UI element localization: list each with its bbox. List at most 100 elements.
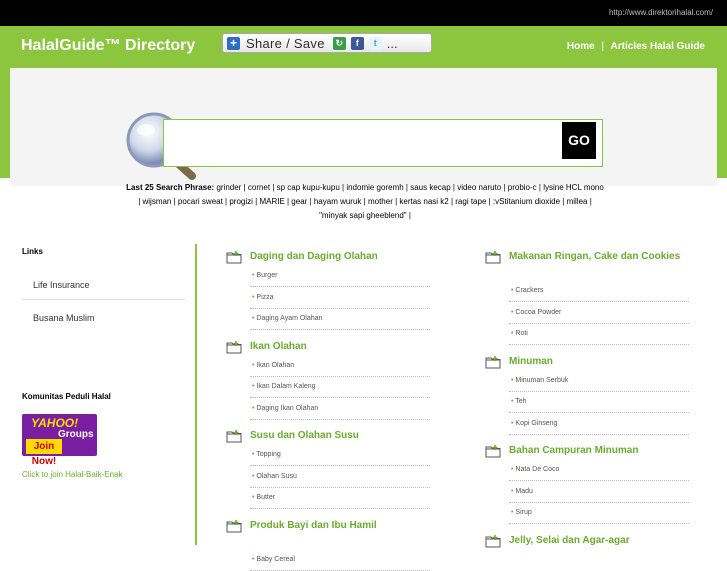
- join-group-link[interactable]: Click to join Halal-Baik-Enak: [22, 470, 122, 479]
- item-divider: [509, 501, 689, 503]
- sidebar-link-busana-muslim[interactable]: Busana Muslim: [33, 313, 95, 323]
- phrase-separator: |: [408, 211, 411, 220]
- category-item-link[interactable]: Baby Cereal: [252, 556, 295, 563]
- search-phrase-link[interactable]: "minyak sapi gheeblend": [319, 211, 409, 220]
- item-divider: [250, 418, 430, 420]
- nav-separator: |: [601, 41, 605, 52]
- search-phrase-link[interactable]: millea: [564, 197, 589, 206]
- phrases-label: Last 25 Search Phrase:: [126, 183, 215, 192]
- category-item-link[interactable]: Kopi Ginseng: [511, 420, 557, 427]
- category-item-link[interactable]: Sirup: [511, 509, 531, 516]
- item-divider: [509, 301, 689, 302]
- item-divider: [250, 486, 430, 488]
- search-phrase-link[interactable]: :vStitanium dioxide: [491, 197, 563, 206]
- search-phrase-link[interactable]: mother: [366, 197, 395, 206]
- category-item-link[interactable]: Pizza: [252, 294, 273, 301]
- item-divider: [250, 329, 430, 330]
- category-title[interactable]: Ikan Olahan: [250, 339, 470, 354]
- header: HalalGuide™ Directory + Share / Save ↻ f…: [0, 26, 727, 68]
- search-phrase-link[interactable]: grinder: [216, 183, 243, 192]
- item-divider: [250, 508, 430, 509]
- twitter-icon[interactable]: t: [368, 36, 382, 50]
- search-phrase-link[interactable]: sp cap kupu-kupu: [274, 183, 342, 192]
- category-item-link[interactable]: Daging Ayam Olahan: [252, 315, 322, 322]
- site-url: http://www.direktorihalal.com/: [608, 8, 713, 17]
- share-label: Share / Save: [246, 35, 325, 51]
- yahoo-logo: YAHOO!: [31, 416, 79, 430]
- category-item-link[interactable]: Butter: [252, 494, 275, 501]
- site-title[interactable]: HalalGuide™ Directory: [21, 37, 195, 55]
- search-phrase-link[interactable]: wijsman: [140, 197, 173, 206]
- item-divider: [509, 412, 689, 413]
- item-divider: [250, 375, 430, 377]
- nav-home[interactable]: Home: [567, 41, 595, 52]
- yahoo-join-label: Join Now!: [26, 439, 62, 467]
- facebook-icon[interactable]: f: [350, 36, 364, 50]
- category-title[interactable]: Produk Bayi dan Ibu Hamil: [250, 518, 470, 533]
- nav-articles[interactable]: Articles Halal Guide: [611, 41, 705, 52]
- search-phrase-link[interactable]: gear: [289, 197, 309, 206]
- folder-add-icon: [485, 250, 501, 264]
- yahoo-groups-banner[interactable]: YAHOO! Groups Join Now!: [22, 414, 97, 467]
- category-item-link[interactable]: Ikan Olahan: [252, 362, 294, 369]
- search-box: [163, 119, 603, 167]
- category-item-link[interactable]: Olahan Susu: [252, 473, 296, 480]
- folder-add-icon: [226, 250, 242, 264]
- category-item-link[interactable]: Topping: [252, 451, 281, 458]
- category-item-link[interactable]: Ikan Dalam Kaleng: [252, 383, 315, 390]
- category-title[interactable]: Bahan Campuran Minuman: [509, 443, 684, 458]
- search-phrase-link[interactable]: MARIE: [257, 197, 287, 206]
- sidebar-divider-line: [22, 299, 185, 300]
- item-divider: [250, 569, 430, 571]
- category-item-link[interactable]: Nata De Coco: [511, 466, 559, 473]
- category-item-link[interactable]: Roti: [511, 330, 527, 337]
- folder-add-icon: [226, 429, 242, 443]
- phrase-separator: |: [589, 197, 592, 206]
- category-item-link[interactable]: Teh: [511, 398, 526, 405]
- recent-search-phrases: Last 25 Search Phrase: grinder | cornet …: [125, 181, 605, 223]
- search-phrase-link[interactable]: pocari sweat: [176, 197, 225, 206]
- category-item-link[interactable]: Daging Ikan Olahan: [252, 405, 318, 412]
- category-item-link[interactable]: Madu: [511, 488, 533, 495]
- item-divider: [250, 307, 430, 309]
- share-save-button[interactable]: + Share / Save ↻ f t ...: [222, 33, 432, 53]
- folder-add-icon: [485, 534, 501, 548]
- search-phrase-link[interactable]: hayam wuruk: [312, 197, 364, 206]
- category-title[interactable]: Jelly, Selai dan Agar-agar: [509, 533, 684, 548]
- item-divider: [509, 433, 689, 435]
- links-title: Links: [22, 247, 43, 256]
- sidebar-link-life-insurance[interactable]: Life Insurance: [33, 280, 90, 290]
- more-share[interactable]: ...: [387, 36, 398, 51]
- category-item-link[interactable]: Burger: [252, 272, 277, 279]
- folder-add-icon: [485, 355, 501, 369]
- search-phrase-link[interactable]: kertas nasi k2: [397, 197, 451, 206]
- folder-add-icon: [485, 444, 501, 458]
- sidebar-divider: [195, 244, 197, 545]
- search-phrase-link[interactable]: ragi tape: [453, 197, 489, 206]
- category-title[interactable]: Daging dan Daging Olahan: [250, 249, 470, 264]
- item-divider: [509, 344, 689, 345]
- category-title[interactable]: Minuman: [509, 354, 684, 369]
- search-phrase-link[interactable]: progizi: [227, 197, 255, 206]
- category-title[interactable]: Susu dan Olahan Susu: [250, 428, 470, 443]
- item-divider: [250, 465, 430, 466]
- item-divider: [250, 397, 430, 398]
- category-item-link[interactable]: Minuman Serbuk: [511, 377, 568, 384]
- item-divider: [509, 390, 689, 392]
- search-phrase-link[interactable]: indomie goremh: [344, 183, 406, 192]
- community-title: Komunitas Peduli Halal: [22, 392, 111, 401]
- search-phrase-link[interactable]: saus kecap: [408, 183, 453, 192]
- category-item-link[interactable]: Cocoa Powder: [511, 309, 561, 316]
- plus-icon: +: [227, 36, 240, 50]
- search-phrase-link[interactable]: cornet: [246, 183, 273, 192]
- category-item-link[interactable]: Crackers: [511, 287, 543, 294]
- search-phrase-link[interactable]: lysine HCL mono: [541, 183, 604, 192]
- go-button[interactable]: GO: [562, 122, 596, 159]
- share-icon[interactable]: ↻: [332, 36, 346, 50]
- category-title[interactable]: Makanan Ringan, Cake dan Cookies: [509, 249, 684, 264]
- search-input[interactable]: [172, 123, 564, 163]
- item-divider: [509, 322, 689, 324]
- search-phrase-link[interactable]: probio-c: [506, 183, 539, 192]
- search-phrase-link[interactable]: video naruto: [455, 183, 503, 192]
- top-bar: http://www.direktorihalal.com/: [0, 0, 727, 26]
